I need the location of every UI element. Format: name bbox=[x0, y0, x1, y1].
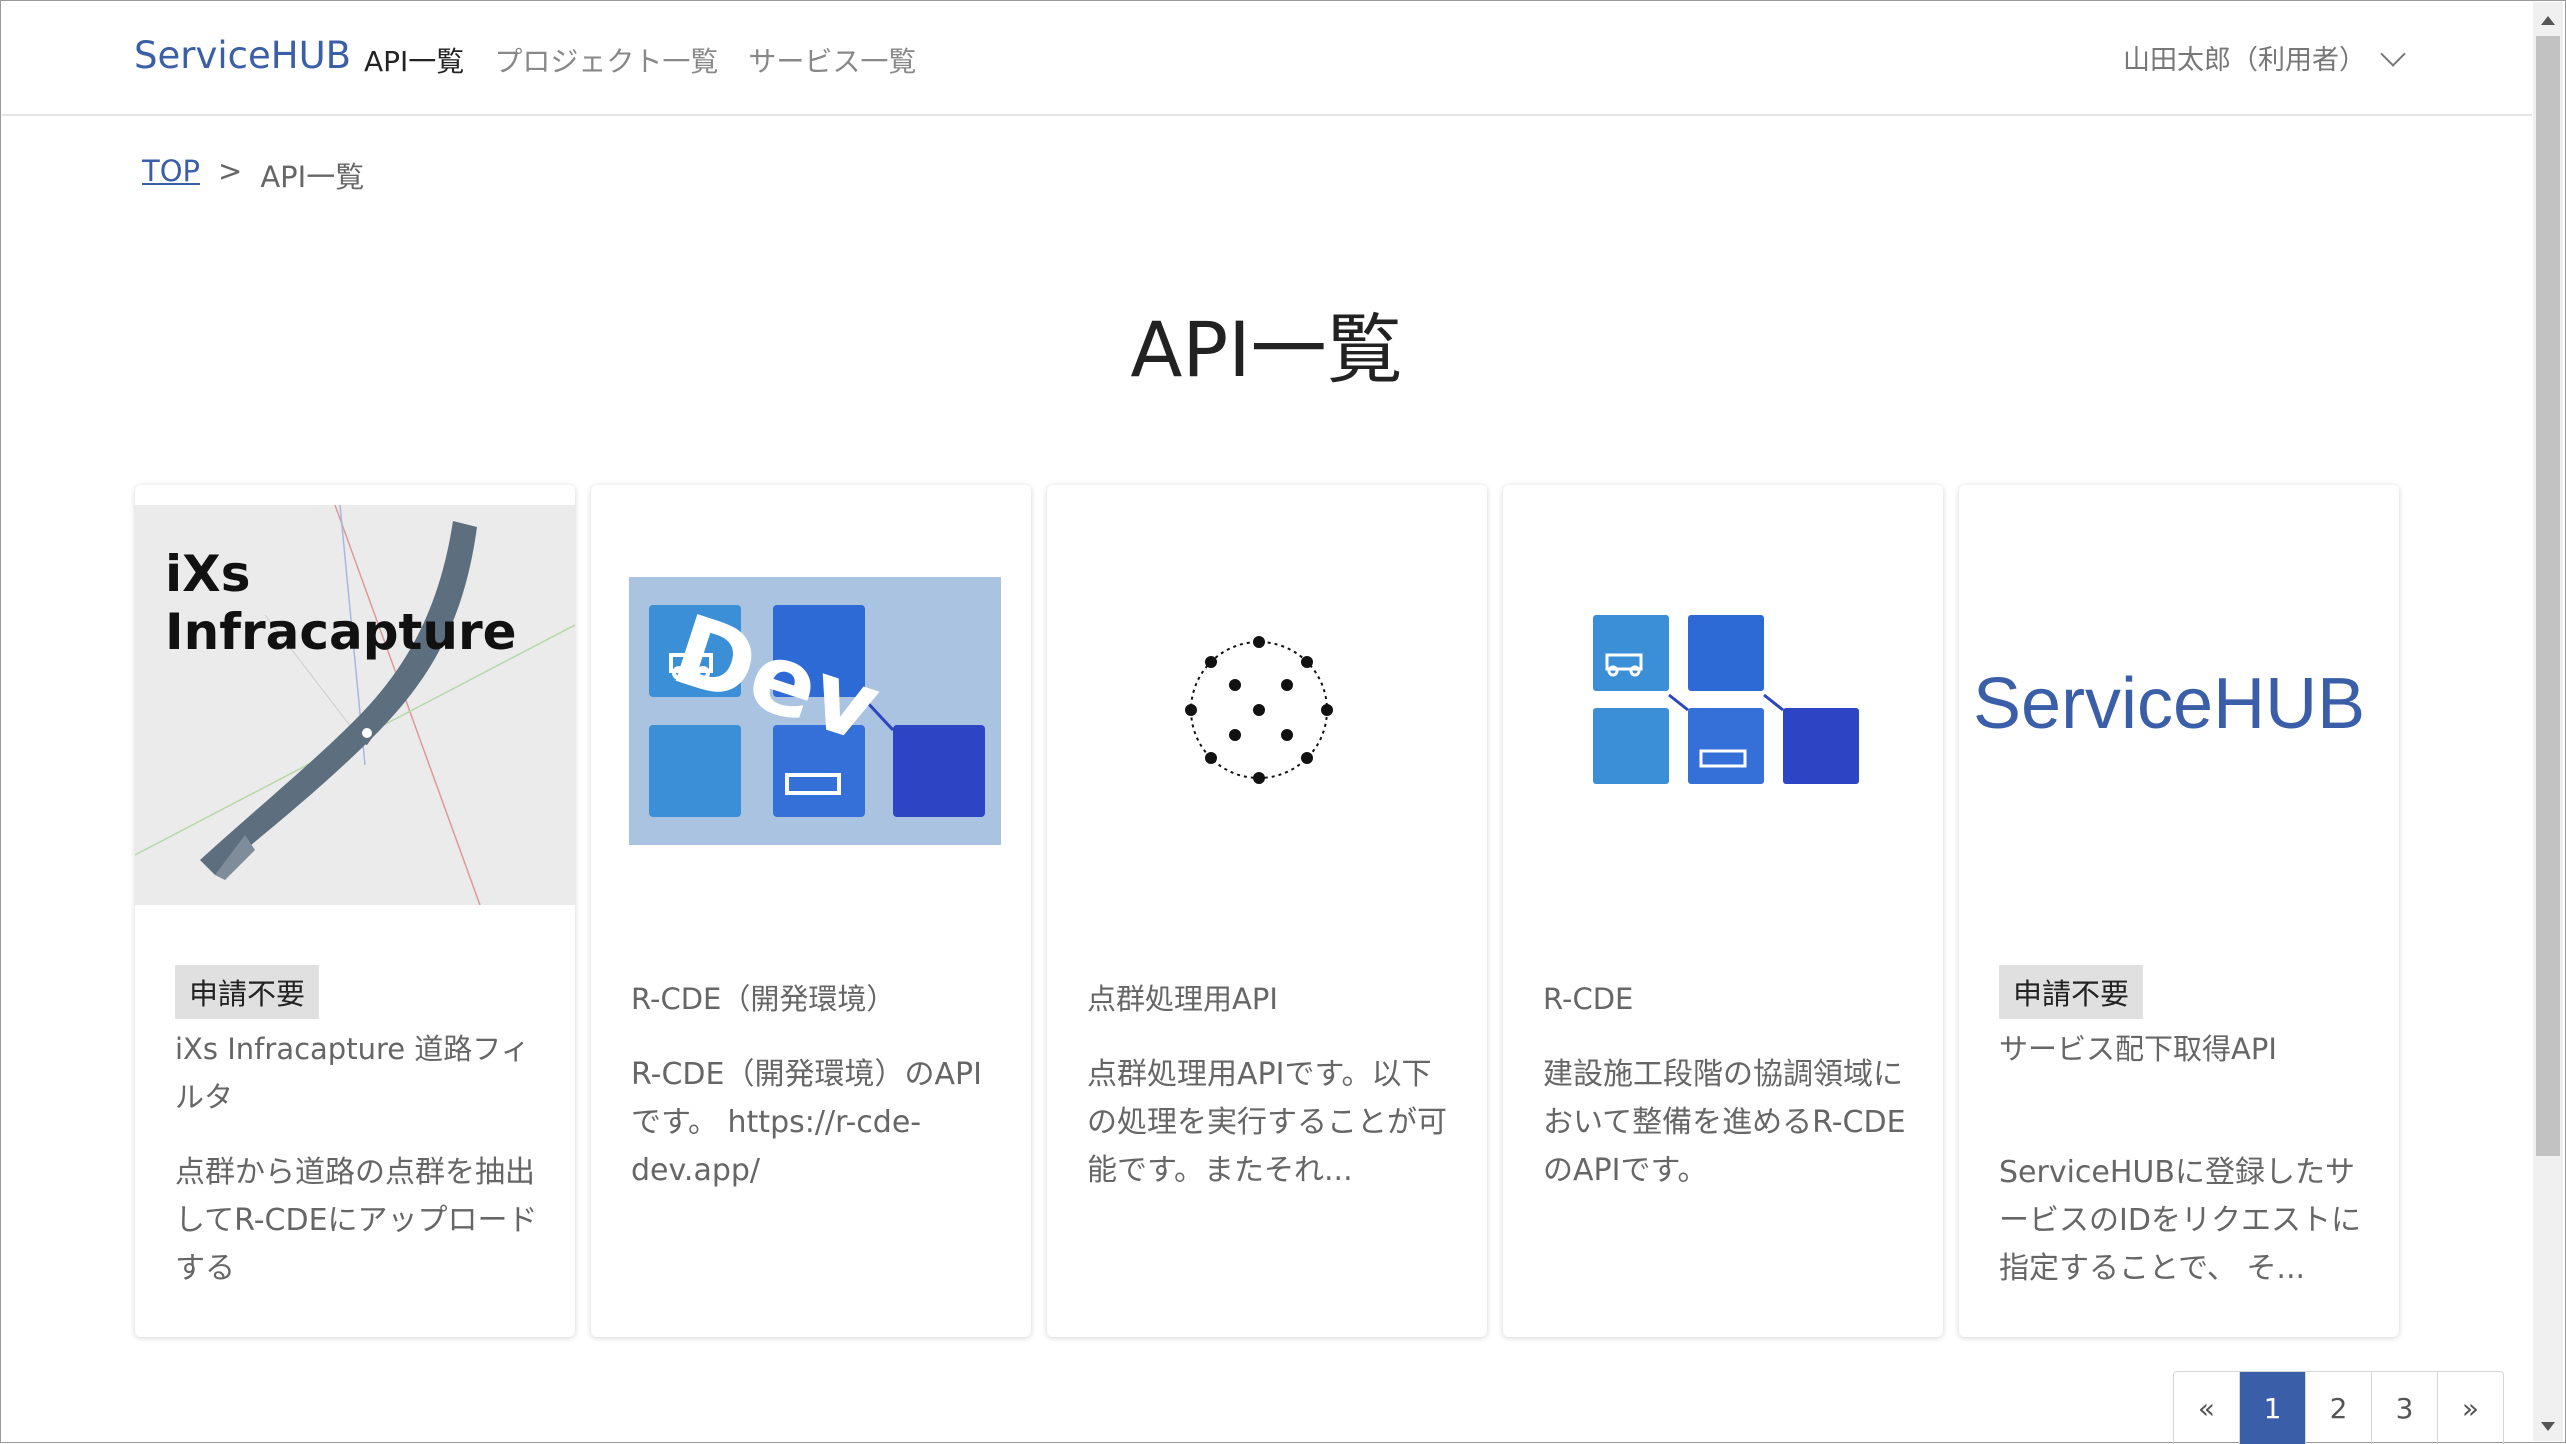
card-title[interactable]: iXs Infracapture 道路フィルタ bbox=[175, 1025, 545, 1121]
nav-project-list[interactable]: プロジェクト一覧 bbox=[494, 40, 718, 80]
card-image-point-cloud-icon bbox=[1047, 505, 1487, 905]
pagination-prev[interactable]: « bbox=[2174, 1372, 2239, 1444]
api-card-service-list[interactable]: ServiceHUB 申請不要 サービス配下取得API ServiceHUBに登… bbox=[1959, 485, 2399, 1337]
chevron-down-icon bbox=[2380, 40, 2406, 67]
card-description: R-CDE（開発環境）のAPIです。 https://r-cde-dev.app… bbox=[631, 1057, 982, 1188]
api-card-point-cloud-processing[interactable]: 点群処理用API 点群処理用APIです。以下の処理を実行することが可能です。また… bbox=[1047, 485, 1487, 1337]
user-menu-dropdown[interactable]: 山田太郎（利用者） bbox=[2123, 38, 2406, 77]
breadcrumb-separator: > bbox=[218, 154, 243, 188]
card-description: 点群処理用APIです。以下の処理を実行することが可能です。またそれ... bbox=[1087, 1057, 1447, 1188]
card-image-servicehub-logo: ServiceHUB bbox=[1959, 505, 2399, 905]
pagination-page-2[interactable]: 2 bbox=[2305, 1372, 2371, 1444]
nav-api-list[interactable]: API一覧 bbox=[364, 40, 464, 80]
card-title[interactable]: R-CDE bbox=[1543, 975, 1913, 1023]
card-description: 点群から道路の点群を抽出してR-CDEにアップロードする bbox=[175, 1155, 538, 1286]
card-image-text: ServiceHUB bbox=[1973, 664, 2366, 744]
card-image-r-cde-dev-logo: Dev bbox=[591, 505, 1031, 905]
card-title[interactable]: R-CDE（開発環境） bbox=[631, 975, 1001, 1023]
card-title[interactable]: サービス配下取得API bbox=[1999, 1025, 2369, 1073]
scrollbar-thumb[interactable] bbox=[2536, 36, 2560, 1156]
pagination-page-3[interactable]: 3 bbox=[2371, 1372, 2437, 1444]
api-card-r-cde-dev[interactable]: Dev R-CDE（開発環境） R-CDE（開発環境）のAPIです。 https… bbox=[591, 485, 1031, 1337]
card-title[interactable]: 点群処理用API bbox=[1087, 975, 1457, 1023]
main-nav: API一覧 プロジェクト一覧 サービス一覧 bbox=[364, 40, 916, 80]
badge-no-application-required: 申請不要 bbox=[1999, 965, 2144, 1019]
vertical-scrollbar[interactable] bbox=[2533, 2, 2563, 1441]
scroll-up-arrow-icon[interactable] bbox=[2541, 16, 2555, 25]
card-description: ServiceHUBに登録したサービスのIDをリクエストに指定することで、 そ.… bbox=[1999, 1155, 2361, 1286]
pagination-page-1[interactable]: 1 bbox=[2239, 1372, 2305, 1444]
breadcrumb-top-link[interactable]: TOP bbox=[142, 154, 200, 196]
badge-no-application-required: 申請不要 bbox=[175, 965, 320, 1019]
page-title: API一覧 bbox=[1130, 305, 1403, 394]
scroll-down-arrow-icon[interactable] bbox=[2541, 1422, 2555, 1431]
breadcrumb: TOP > API一覧 bbox=[142, 154, 364, 196]
api-card-ixs-infracapture[interactable]: iXs Infracapture 申請不要 iXs Infracapture 道… bbox=[135, 485, 575, 1337]
brand-logo-link[interactable]: ServiceHUB bbox=[134, 34, 351, 77]
card-description: 建設施工段階の協調領域において整備を進めるR-CDEのAPIです。 bbox=[1543, 1057, 1906, 1188]
pagination-next[interactable]: » bbox=[2437, 1372, 2503, 1444]
top-navbar: ServiceHUB API一覧 プロジェクト一覧 サービス一覧 山田太郎（利用… bbox=[2, 2, 2532, 116]
user-name: 山田太郎（利用者） bbox=[2123, 45, 2366, 76]
nav-service-list[interactable]: サービス一覧 bbox=[748, 40, 916, 80]
api-card-r-cde[interactable]: R-CDE 建設施工段階の協調領域において整備を進めるR-CDEのAPIです。 bbox=[1503, 485, 1943, 1337]
pagination: « 1 2 3 » bbox=[2173, 1371, 2504, 1444]
card-image-r-cde-logo bbox=[1503, 505, 1943, 905]
card-image-point-cloud: iXs Infracapture bbox=[135, 505, 575, 905]
card-image-text: iXs Infracapture bbox=[165, 545, 517, 661]
breadcrumb-current: API一覧 bbox=[260, 160, 365, 194]
